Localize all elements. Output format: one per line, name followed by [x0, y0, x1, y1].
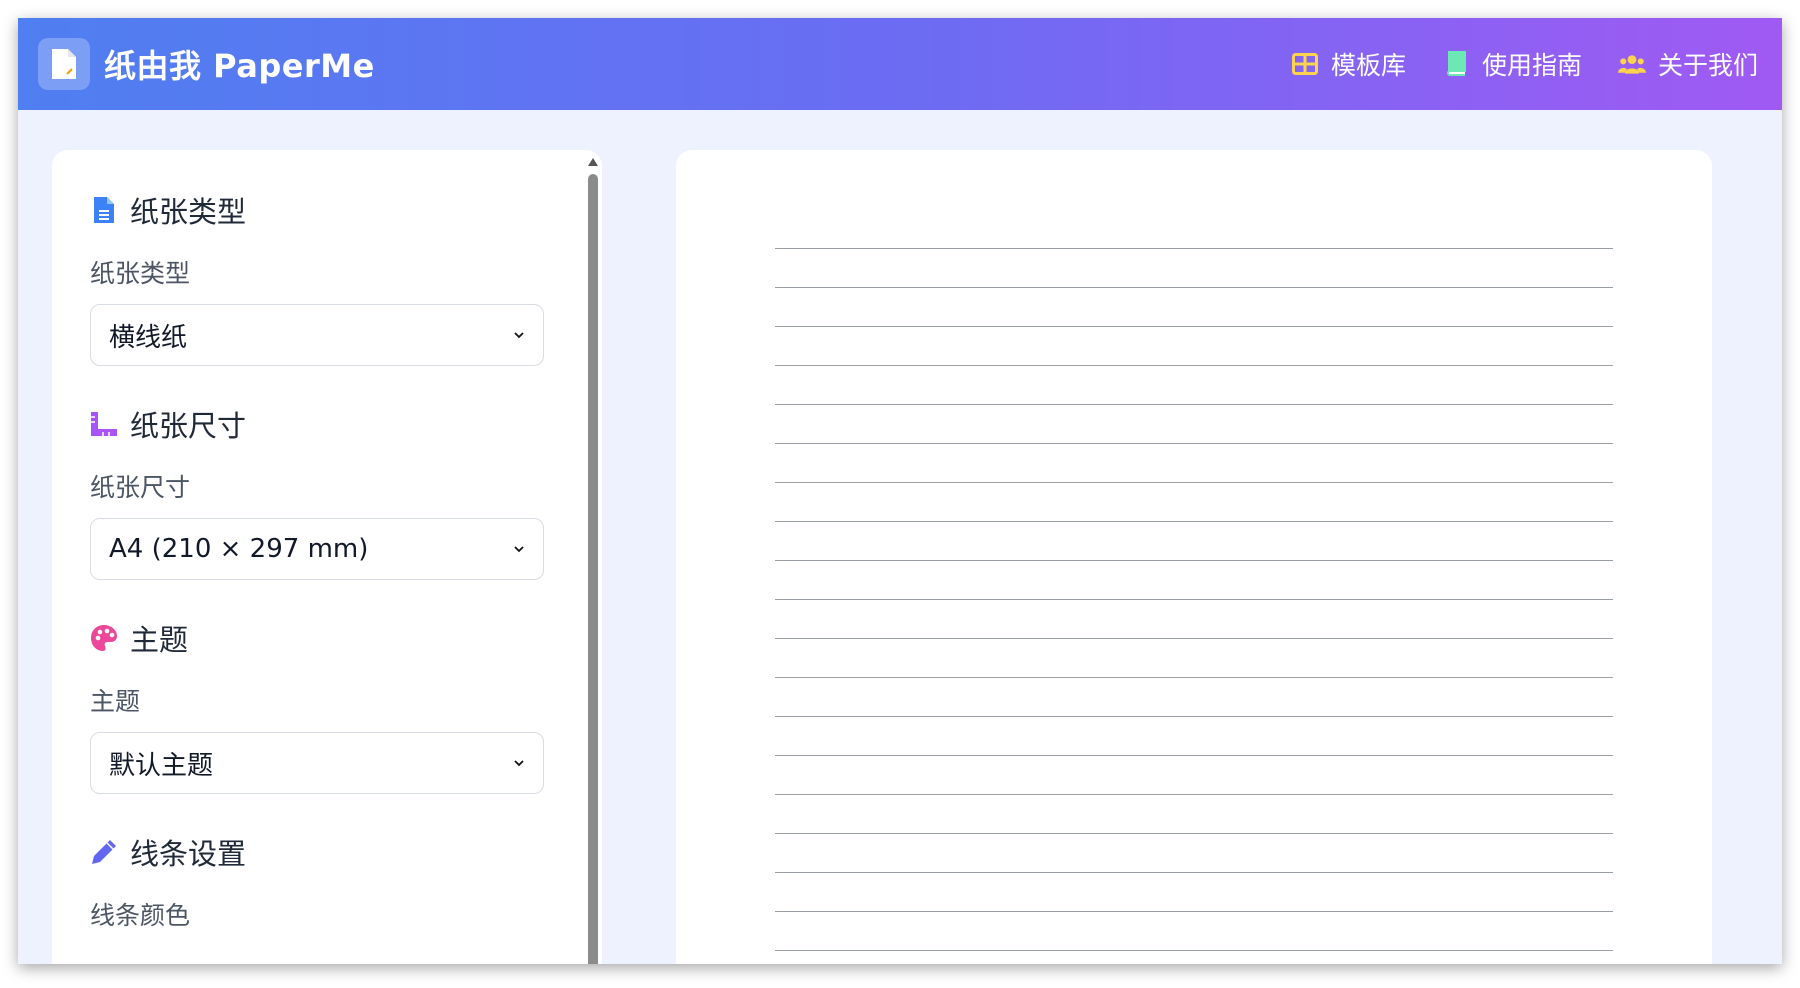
nav-templates-label: 模板库 — [1330, 51, 1406, 80]
paper-size-select[interactable]: A4 (210 × 297 mm) — [90, 518, 544, 580]
ruled-line — [775, 950, 1613, 951]
ruled-line — [775, 833, 1613, 834]
nav-about[interactable]: 关于我们 — [1617, 46, 1758, 82]
scroll-thumb[interactable] — [588, 174, 598, 964]
file-icon — [90, 195, 118, 225]
chevron-down-icon — [514, 332, 524, 339]
ruled-line — [775, 560, 1613, 561]
ruled-line — [775, 248, 1613, 249]
nav-guide-label: 使用指南 — [1481, 51, 1582, 80]
field-label: 纸张类型 — [90, 259, 191, 288]
field-label: 纸张尺寸 — [90, 473, 191, 502]
paper-preview — [676, 150, 1712, 964]
section-paper-size: 纸张尺寸 纸张尺寸 A4 (210 × 297 mm) — [90, 402, 552, 580]
nav-guide[interactable]: 使用指南 — [1442, 46, 1582, 82]
field-label: 主题 — [90, 687, 141, 716]
select-value: A4 (210 × 297 mm) — [109, 534, 369, 564]
settings-sidebar: 纸张类型 纸张类型 横线纸 纸张尺寸 纸张尺寸 A4 (210 × 297 mm… — [52, 150, 602, 964]
select-value: 横线纸 — [109, 322, 188, 353]
ruler-icon — [90, 409, 118, 439]
ruled-line — [775, 404, 1613, 405]
field-label: 线条颜色 — [90, 901, 191, 930]
ruled-line — [775, 443, 1613, 444]
ruled-line — [775, 638, 1613, 639]
sidebar-scrollbar[interactable] — [586, 158, 600, 964]
section-title: 主题 — [130, 623, 189, 657]
ruled-line — [775, 794, 1613, 795]
section-paper-type: 纸张类型 纸张类型 横线纸 — [90, 188, 552, 366]
section-theme: 主题 主题 默认主题 — [90, 616, 552, 794]
chevron-down-icon — [514, 546, 524, 553]
ruled-line — [775, 365, 1613, 366]
chevron-down-icon — [514, 760, 524, 767]
ruled-line — [775, 521, 1613, 522]
top-nav: 模板库 使用指南 关于我们 — [1291, 46, 1758, 82]
section-title: 线条设置 — [130, 837, 247, 871]
section-title: 纸张尺寸 — [130, 409, 247, 443]
nav-templates[interactable]: 模板库 — [1291, 46, 1406, 82]
grid-table-icon — [1291, 50, 1319, 78]
ruled-line — [775, 872, 1613, 873]
section-line-settings: 线条设置 线条颜色 — [90, 830, 552, 932]
ruled-line — [775, 677, 1613, 678]
palette-icon — [90, 623, 118, 653]
scroll-up-arrow-icon[interactable] — [588, 158, 598, 166]
ruled-line — [775, 716, 1613, 717]
select-value: 默认主题 — [109, 750, 214, 781]
ruled-line — [775, 755, 1613, 756]
ruled-line — [775, 482, 1613, 483]
top-header: 纸由我 PaperMe 模板库 使用指南 关于我们 — [18, 18, 1782, 110]
section-title: 纸张类型 — [130, 195, 247, 229]
ruled-line — [775, 911, 1613, 912]
ruled-line — [775, 326, 1613, 327]
book-icon — [1442, 50, 1470, 78]
paper-type-select[interactable]: 横线纸 — [90, 304, 544, 366]
theme-select[interactable]: 默认主题 — [90, 732, 544, 794]
brand-title[interactable]: 纸由我 PaperMe — [104, 41, 375, 87]
ruled-line — [775, 599, 1613, 600]
nav-about-label: 关于我们 — [1657, 51, 1758, 80]
logo-icon[interactable] — [38, 38, 90, 90]
pencil-icon — [90, 837, 118, 867]
ruled-line — [775, 287, 1613, 288]
app-window: 纸由我 PaperMe 模板库 使用指南 关于我们 纸张类型 纸张类型 横线纸 … — [18, 18, 1782, 964]
users-icon — [1617, 50, 1646, 78]
